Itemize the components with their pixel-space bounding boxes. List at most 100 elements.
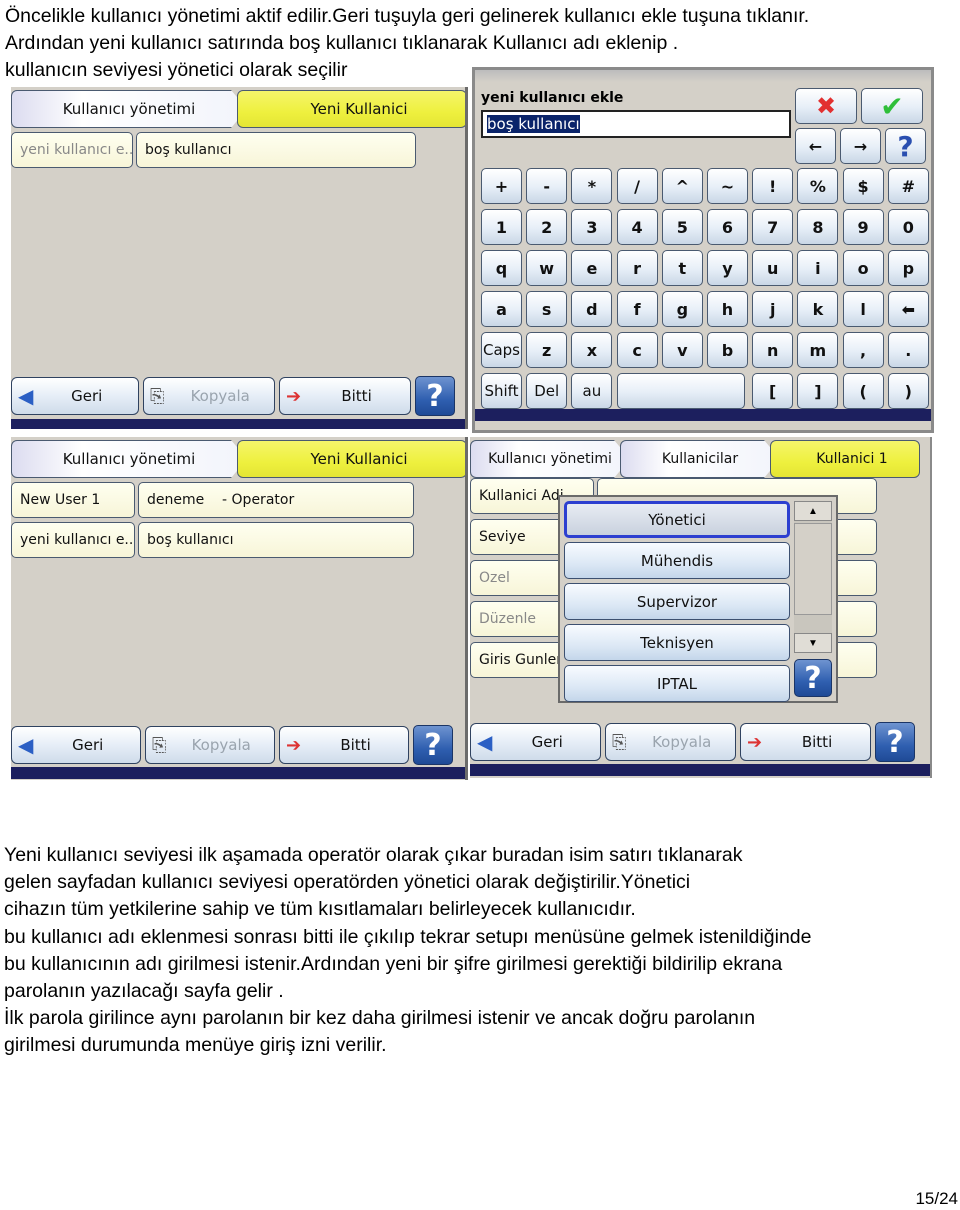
key[interactable]: g: [661, 291, 703, 327]
row-value[interactable]: boş kullanıcı: [136, 132, 416, 168]
key[interactable]: j: [752, 291, 794, 327]
key[interactable]: 6: [707, 209, 748, 245]
key[interactable]: #: [887, 168, 929, 204]
dropdown-option[interactable]: Mühendis: [564, 542, 790, 579]
dropdown-option[interactable]: IPTAL: [564, 665, 790, 702]
key[interactable]: Caps: [481, 332, 522, 368]
dropdown-option[interactable]: Yönetici: [564, 501, 790, 538]
key[interactable]: Del: [526, 373, 568, 409]
key[interactable]: -: [526, 168, 568, 204]
list-item[interactable]: New User 1 deneme - Operator: [11, 482, 414, 518]
key[interactable]: !: [752, 168, 794, 204]
key[interactable]: w: [526, 250, 568, 286]
dropdown-option[interactable]: Supervizor: [564, 583, 790, 620]
help-button[interactable]: ?: [794, 659, 832, 697]
key[interactable]: o: [842, 250, 884, 286]
key[interactable]: ,: [842, 332, 884, 368]
key[interactable]: /: [616, 168, 658, 204]
key[interactable]: 7: [752, 209, 794, 245]
row-value[interactable]: deneme - Operator: [138, 482, 414, 518]
key[interactable]: 0: [887, 209, 929, 245]
key[interactable]: ⬅: [887, 291, 929, 327]
breadcrumb-user-management[interactable]: Kullanıcı yönetimi: [11, 90, 247, 128]
cancel-button[interactable]: ✖: [795, 88, 857, 124]
key[interactable]: +: [481, 168, 522, 204]
key[interactable]: c: [616, 332, 658, 368]
copy-button[interactable]: ⎘ Kopyala: [145, 726, 275, 764]
done-button[interactable]: ➔ Bitti: [740, 723, 871, 761]
key[interactable]: ]: [797, 373, 839, 409]
key[interactable]: 1: [481, 209, 522, 245]
back-button[interactable]: ◀ Geri: [11, 726, 141, 764]
key[interactable]: a: [481, 291, 522, 327]
key[interactable]: q: [481, 250, 522, 286]
key[interactable]: m: [797, 332, 839, 368]
list-item[interactable]: yeni kullanıcı e... boş kullanıcı: [11, 132, 416, 168]
key[interactable]: z: [526, 332, 568, 368]
key[interactable]: 8: [797, 209, 839, 245]
key[interactable]: (: [842, 373, 884, 409]
key[interactable]: u: [752, 250, 794, 286]
help-button[interactable]: ?: [415, 376, 455, 416]
key[interactable]: .: [887, 332, 929, 368]
row-label[interactable]: New User 1: [11, 482, 135, 518]
key[interactable]: $: [842, 168, 884, 204]
copy-button[interactable]: ⎘ Kopyala: [143, 377, 275, 415]
space-key[interactable]: [616, 373, 745, 409]
help-button[interactable]: ?: [875, 722, 915, 762]
key[interactable]: d: [571, 291, 613, 327]
done-button[interactable]: ➔ Bitti: [279, 726, 409, 764]
scroll-up-icon[interactable]: ▲: [794, 501, 832, 521]
key[interactable]: 4: [616, 209, 658, 245]
key[interactable]: e: [571, 250, 613, 286]
key[interactable]: *: [571, 168, 613, 204]
copy-button[interactable]: ⎘ Kopyala: [605, 723, 736, 761]
dropdown-option[interactable]: Teknisyen: [564, 624, 790, 661]
key[interactable]: ~: [707, 168, 748, 204]
key[interactable]: y: [707, 250, 748, 286]
key[interactable]: ^: [661, 168, 703, 204]
back-button[interactable]: ◀ Geri: [470, 723, 601, 761]
breadcrumb-new-user[interactable]: Yeni Kullanici: [237, 440, 465, 478]
help-button[interactable]: ?: [413, 725, 453, 765]
breadcrumb-user-1[interactable]: Kullanici 1: [770, 440, 920, 478]
key[interactable]: Shift: [481, 373, 522, 409]
scroll-down-icon[interactable]: ▼: [794, 633, 832, 653]
row-label[interactable]: yeni kullanıcı e...: [11, 522, 135, 558]
cursor-right-button[interactable]: →: [840, 128, 881, 164]
key[interactable]: %: [797, 168, 839, 204]
breadcrumb-user-management[interactable]: Kullanıcı yönetimi: [11, 440, 247, 478]
back-button[interactable]: ◀ Geri: [11, 377, 139, 415]
key[interactable]: [: [752, 373, 794, 409]
row-value[interactable]: boş kullanıcı: [138, 522, 414, 558]
key[interactable]: 3: [571, 209, 613, 245]
row-label[interactable]: yeni kullanıcı e...: [11, 132, 133, 168]
key[interactable]: 9: [842, 209, 884, 245]
key[interactable]: k: [797, 291, 839, 327]
breadcrumb-users[interactable]: Kullanicilar: [620, 440, 780, 478]
key[interactable]: f: [616, 291, 658, 327]
key[interactable]: l: [842, 291, 884, 327]
key[interactable]: s: [526, 291, 568, 327]
key[interactable]: au: [571, 373, 613, 409]
key[interactable]: 2: [526, 209, 568, 245]
key[interactable]: ): [887, 373, 929, 409]
ok-button[interactable]: ✔: [861, 88, 923, 124]
list-item[interactable]: yeni kullanıcı e... boş kullanıcı: [11, 522, 414, 558]
key[interactable]: r: [616, 250, 658, 286]
key[interactable]: v: [661, 332, 703, 368]
key[interactable]: n: [752, 332, 794, 368]
cursor-left-button[interactable]: ←: [795, 128, 836, 164]
key[interactable]: b: [707, 332, 748, 368]
key[interactable]: h: [707, 291, 748, 327]
username-input[interactable]: boş kullanıcı: [481, 110, 791, 138]
key[interactable]: p: [887, 250, 929, 286]
help-button[interactable]: ?: [885, 128, 926, 164]
scrollbar[interactable]: ▲ ▼: [794, 501, 832, 653]
breadcrumb-user-management[interactable]: Kullanıcı yönetimi: [470, 440, 630, 478]
key[interactable]: t: [661, 250, 703, 286]
scroll-thumb[interactable]: [794, 523, 832, 615]
done-button[interactable]: ➔ Bitti: [279, 377, 411, 415]
key[interactable]: 5: [661, 209, 703, 245]
key[interactable]: x: [571, 332, 613, 368]
